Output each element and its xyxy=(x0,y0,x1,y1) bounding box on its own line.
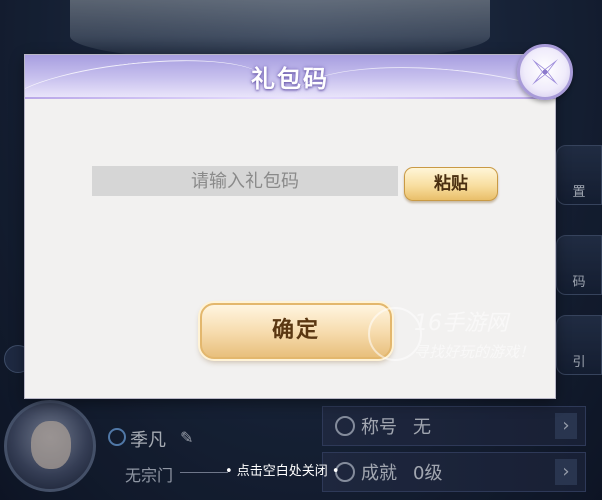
dialog-header: 礼包码 xyxy=(25,55,555,97)
close-button[interactable] xyxy=(517,44,573,100)
header-divider xyxy=(25,97,555,99)
dialog-title: 礼包码 xyxy=(251,65,329,93)
gift-code-input[interactable] xyxy=(92,166,398,196)
confirm-button[interactable]: 确定 xyxy=(200,303,392,359)
paste-button[interactable]: 粘贴 xyxy=(404,167,498,201)
close-hint: • 点击空白处关闭 • xyxy=(225,464,340,479)
close-x-icon xyxy=(532,59,558,85)
